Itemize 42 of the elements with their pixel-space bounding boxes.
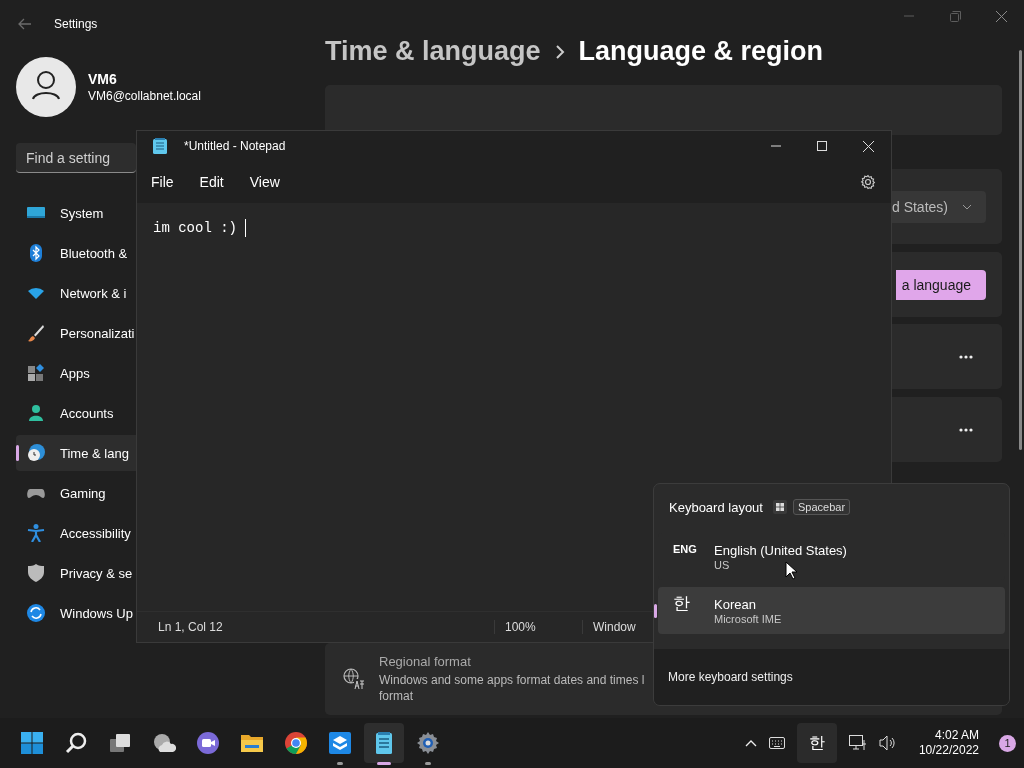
language-dropdown[interactable]: d States) xyxy=(890,190,986,223)
card-description: Windows and some apps format dates and times l xyxy=(379,672,645,688)
input-method-button[interactable]: 한 xyxy=(796,723,837,763)
nav-item[interactable]: Privacy & se xyxy=(16,555,136,591)
nav-item[interactable]: Time & lang xyxy=(16,435,136,471)
layout-detail: Microsoft IME xyxy=(714,612,782,625)
status-text: 100% xyxy=(494,620,582,634)
window-title: *Untitled - Notepad xyxy=(184,139,286,153)
page-title: Language & region xyxy=(578,36,824,67)
menu-item[interactable]: View xyxy=(239,168,290,196)
layout-name: Korean xyxy=(714,596,756,612)
nav-item[interactable]: Bluetooth & xyxy=(16,235,136,271)
shortcut-key: Spacebar xyxy=(792,499,851,515)
clock[interactable]: 4:02 AM 10/22/2022 xyxy=(918,728,979,758)
nav-item[interactable]: Windows Up xyxy=(16,595,136,631)
menu-item[interactable]: Edit xyxy=(189,168,234,196)
layout-name: English (United States) xyxy=(714,542,847,558)
nav-item[interactable]: Gaming xyxy=(16,475,136,511)
card-description: format xyxy=(379,688,414,704)
user-name: VM6 xyxy=(88,71,118,87)
nav-item[interactable]: Accessibility xyxy=(16,515,136,551)
layout-code: ENG xyxy=(672,543,698,555)
window-title: Settings xyxy=(54,17,98,31)
search-field[interactable]: Find a setting xyxy=(16,143,136,173)
layout-detail: US xyxy=(714,558,730,571)
user-email: VM6@collabnet.local xyxy=(88,89,201,103)
breadcrumb-parent[interactable]: Time & language xyxy=(325,36,541,67)
nav-item[interactable]: System xyxy=(16,195,136,231)
status-text: Ln 1, Col 12 xyxy=(157,620,224,634)
document-text[interactable]: im cool :) xyxy=(153,220,237,236)
nav-item[interactable]: Accounts xyxy=(16,395,136,431)
nav-item[interactable]: Network & i xyxy=(16,275,136,311)
menu-item[interactable]: File xyxy=(141,168,184,196)
layout-code: 한 xyxy=(672,593,691,615)
nav-item[interactable]: Apps xyxy=(16,355,136,391)
keyboard-settings-link[interactable]: More keyboard settings xyxy=(668,670,793,684)
status-text: Window xyxy=(582,620,636,634)
add-language-button[interactable]: a language xyxy=(895,269,986,300)
card-title: Regional format xyxy=(379,654,472,669)
flyout-title: Keyboard layout xyxy=(669,499,763,515)
notification-badge[interactable]: 1 xyxy=(999,734,1016,752)
nav-item[interactable]: Personalizati xyxy=(16,315,136,351)
